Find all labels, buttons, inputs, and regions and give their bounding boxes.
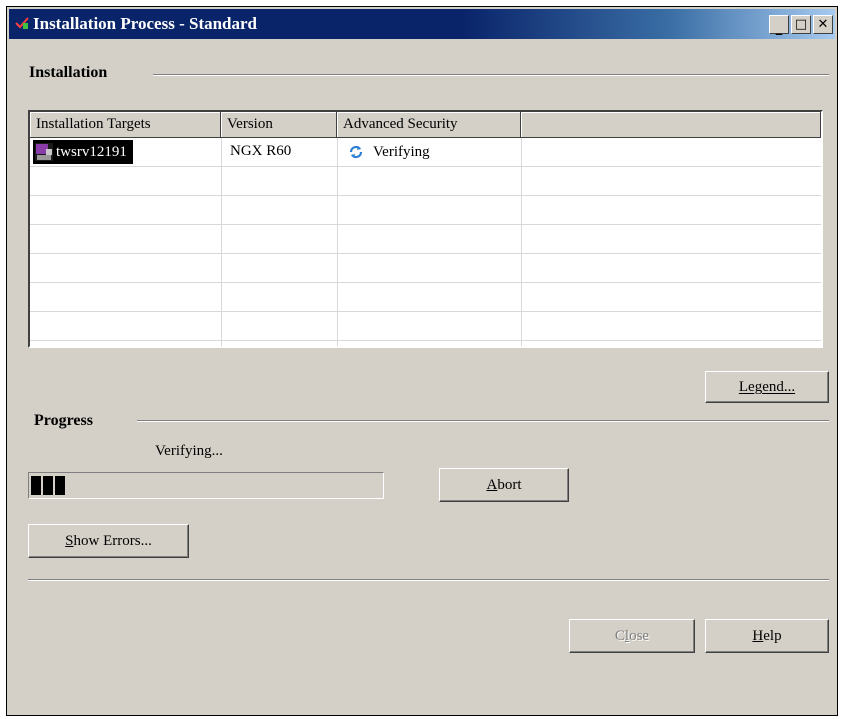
column-header-empty xyxy=(521,112,821,138)
table-row xyxy=(30,312,821,341)
close-window-button[interactable]: ✕ xyxy=(813,15,833,34)
gateway-icon xyxy=(35,143,53,161)
installation-divider xyxy=(153,74,829,76)
table-row xyxy=(30,196,821,225)
table-row xyxy=(30,167,821,196)
progress-section-label: Progress xyxy=(34,412,93,429)
installation-process-window: Installation Process - Standard _ □ ✕ In… xyxy=(6,6,838,716)
table-row[interactable]: twsrv12191 NGX R60 Verifying xyxy=(30,138,821,167)
footer-divider xyxy=(28,579,829,581)
minimize-icon: _ xyxy=(775,21,783,36)
title-bar[interactable]: Installation Process - Standard _ □ ✕ xyxy=(9,9,835,39)
target-cell[interactable]: twsrv12191 xyxy=(30,138,221,166)
abort-button[interactable]: Abort xyxy=(439,468,569,502)
security-status-cell: Verifying xyxy=(347,138,430,166)
progress-bar xyxy=(28,472,384,499)
table-row xyxy=(30,254,821,283)
legend-button-label: Legend... xyxy=(738,379,796,395)
progress-block xyxy=(43,476,53,495)
maximize-icon: □ xyxy=(794,17,808,32)
selected-target[interactable]: twsrv12191 xyxy=(33,140,133,164)
abort-button-label: Abort xyxy=(486,477,522,493)
maximize-button[interactable]: □ xyxy=(791,15,811,34)
installation-section-label: Installation xyxy=(29,64,108,81)
window-title: Installation Process - Standard xyxy=(33,14,258,33)
table-row xyxy=(30,283,821,312)
close-button[interactable]: Close xyxy=(569,619,695,653)
show-errors-button[interactable]: Show Errors... xyxy=(28,524,189,558)
help-button-label: Help xyxy=(752,628,782,644)
target-name: twsrv12191 xyxy=(56,144,127,160)
show-errors-button-label: Show Errors... xyxy=(65,533,152,549)
progress-block xyxy=(31,476,41,495)
version-cell: NGX R60 xyxy=(230,143,292,159)
column-header-targets[interactable]: Installation Targets xyxy=(30,112,221,138)
progress-block xyxy=(55,476,65,495)
minimize-button[interactable]: _ xyxy=(769,15,789,36)
progress-divider xyxy=(137,420,829,422)
table-row xyxy=(30,225,821,254)
close-button-label: Close xyxy=(614,628,650,644)
column-header-advanced-security[interactable]: Advanced Security xyxy=(337,112,521,138)
security-status-text: Verifying xyxy=(373,144,430,160)
help-button[interactable]: Help xyxy=(705,619,829,653)
checkpoint-app-icon xyxy=(15,17,29,30)
progress-status-text: Verifying... xyxy=(155,443,223,459)
refresh-icon xyxy=(349,145,363,159)
table-header: Installation Targets Version Advanced Se… xyxy=(30,112,821,138)
legend-button[interactable]: Legend... xyxy=(705,371,829,403)
progress-bar-fill xyxy=(31,476,65,495)
installation-targets-table[interactable]: Installation Targets Version Advanced Se… xyxy=(28,110,823,348)
close-icon: ✕ xyxy=(817,17,829,32)
column-header-version[interactable]: Version xyxy=(221,112,337,138)
